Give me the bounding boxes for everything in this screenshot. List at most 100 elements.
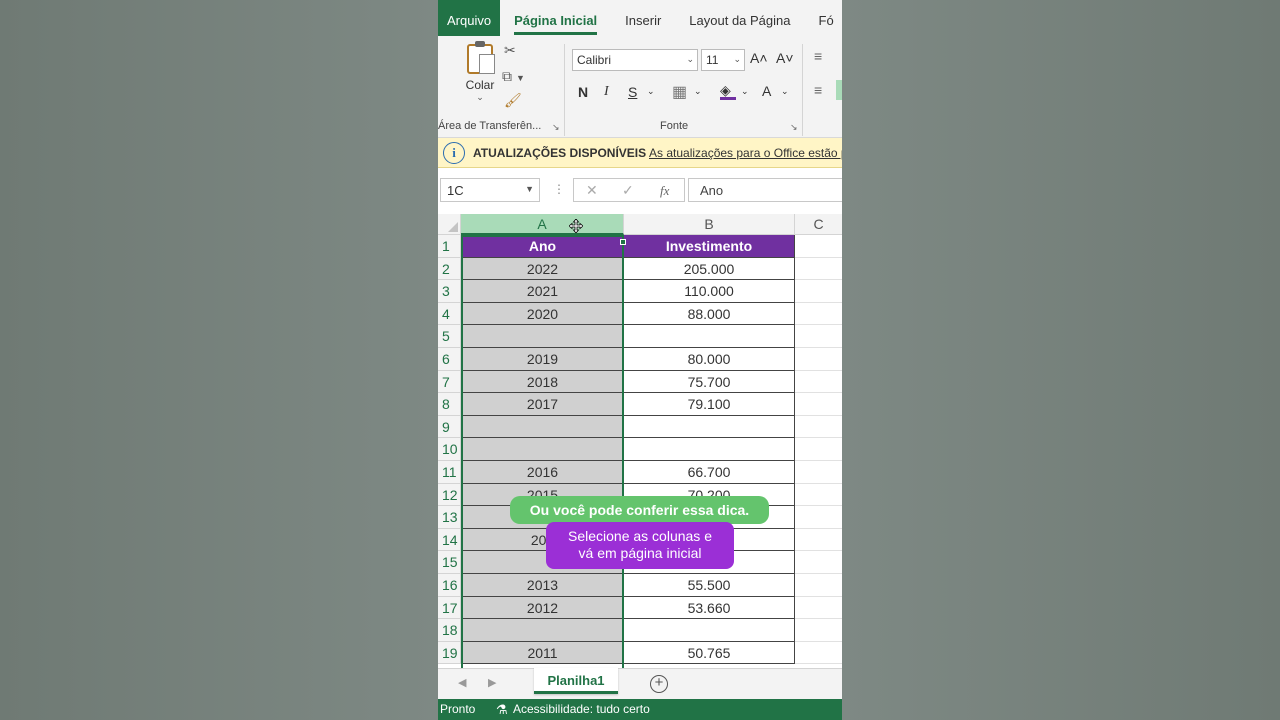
chevron-down-icon[interactable]: ⌄ [694,86,702,97]
table-cell[interactable] [795,506,842,529]
table-cell[interactable] [795,235,842,258]
table-cell[interactable] [795,393,842,416]
table-cell[interactable] [795,257,842,281]
table-cell[interactable] [624,438,795,461]
copy-icon[interactable]: ⧉ ▼ [502,68,525,85]
formula-input[interactable]: Ano [688,178,842,202]
table-cell[interactable]: 2022 [461,257,624,281]
table-cell[interactable] [624,619,795,642]
row-header[interactable]: 4 [438,302,461,326]
fill-color-icon[interactable]: ◈ [720,82,736,100]
bold-button[interactable]: N [578,84,588,100]
name-box[interactable]: 1C ▼ [440,178,540,202]
table-cell[interactable]: 66.700 [624,461,795,484]
row-header[interactable]: 12 [438,483,461,507]
table-cell[interactable]: 2013 [461,574,624,597]
table-cell[interactable]: 2012 [461,596,624,620]
align-center-icon[interactable] [836,80,842,100]
row-header[interactable]: 3 [438,280,461,303]
row-header[interactable]: 6 [438,348,461,371]
table-cell[interactable] [461,619,624,642]
row-header[interactable]: 13 [438,506,461,529]
table-cell[interactable]: 2019 [461,348,624,371]
table-cell[interactable]: 2017 [461,393,624,416]
select-all-button[interactable] [438,214,461,235]
chevron-down-icon[interactable]: ⌄ [741,86,749,97]
table-cell[interactable] [795,551,842,574]
font-name-select[interactable]: Calibri ⌄ [572,49,698,71]
table-cell[interactable] [795,302,842,326]
row-header[interactable]: 8 [438,393,461,416]
table-cell[interactable] [461,415,624,439]
table-cell[interactable] [795,461,842,484]
fill-handle[interactable] [620,239,626,245]
column-header-b[interactable]: B [624,214,795,235]
table-cell[interactable] [624,415,795,439]
sheet-next-icon[interactable]: ▶ [488,676,496,689]
paste-button[interactable]: Colar ⌄ [460,41,500,103]
align-left-icon[interactable]: ≡ [814,82,822,98]
table-cell[interactable] [795,438,842,461]
row-header[interactable]: 14 [438,528,461,552]
italic-button[interactable]: I [604,84,609,100]
row-header[interactable]: 18 [438,619,461,642]
table-cell[interactable]: 50.765 [624,641,795,665]
sheet-tab-planilha1[interactable]: Planilha1 [534,668,618,694]
grow-font-button[interactable]: A˄ [750,50,768,66]
row-header[interactable]: 10 [438,438,461,461]
row-header[interactable]: 9 [438,415,461,439]
chevron-down-icon[interactable]: ▼ [525,184,534,194]
align-top-icon[interactable]: ≡ [814,48,822,64]
table-cell[interactable]: 75.700 [624,370,795,394]
font-launcher-icon[interactable]: ↘ [790,122,798,133]
table-cell[interactable] [795,280,842,303]
table-cell[interactable]: 2021 [461,280,624,303]
table-cell[interactable] [795,574,842,597]
borders-icon[interactable]: ▦ [672,82,687,102]
table-cell[interactable]: 2011 [461,641,624,665]
row-header[interactable]: 16 [438,574,461,597]
table-cell[interactable] [795,641,842,665]
format-painter-icon[interactable]: 🖌 [504,92,522,109]
font-color-button[interactable]: A [762,83,771,99]
add-sheet-icon[interactable]: + [650,675,668,693]
table-cell[interactable] [795,325,842,348]
cancel-icon[interactable]: ✕ [586,182,598,199]
column-header-c[interactable]: C [795,214,842,235]
insert-function-button[interactable]: fx [660,183,669,199]
chevron-down-icon[interactable]: ⌄ [647,86,655,97]
table-cell[interactable] [624,325,795,348]
underline-button[interactable]: S [628,84,637,100]
row-header[interactable]: 15 [438,551,461,574]
table-cell[interactable] [795,619,842,642]
table-cell[interactable] [795,596,842,620]
table-cell[interactable] [795,348,842,371]
row-header[interactable]: 11 [438,461,461,484]
tab-formulas[interactable]: Fó [805,0,843,36]
table-cell[interactable]: 80.000 [624,348,795,371]
clipboard-launcher-icon[interactable]: ↘ [552,122,560,133]
sheet-prev-icon[interactable]: ◀ [458,676,466,689]
tab-home[interactable]: Página Inicial [500,0,611,36]
table-cell[interactable]: 110.000 [624,280,795,303]
cut-icon[interactable]: ✂ [504,42,516,59]
table-cell[interactable]: 2018 [461,370,624,394]
tab-page-layout[interactable]: Layout da Página [675,0,804,36]
more-options-icon[interactable]: ⋮ [553,182,565,196]
row-header[interactable]: 1 [438,235,461,258]
tab-file[interactable]: Arquivo [438,0,501,36]
table-cell[interactable] [795,370,842,394]
table-cell[interactable]: 2020 [461,302,624,326]
row-header[interactable]: 7 [438,370,461,394]
row-header[interactable]: 19 [438,641,461,665]
column-header-a[interactable]: A [461,214,624,235]
table-cell[interactable] [795,483,842,507]
font-size-select[interactable]: 11 ⌄ [701,49,745,71]
table-cell[interactable]: 79.100 [624,393,795,416]
table-cell[interactable]: 2016 [461,461,624,484]
row-header[interactable]: 2 [438,257,461,281]
row-header[interactable]: 5 [438,325,461,348]
header-cell-ano[interactable]: Ano [461,235,624,258]
header-cell-investimento[interactable]: Investimento [624,235,795,258]
table-cell[interactable] [795,415,842,439]
